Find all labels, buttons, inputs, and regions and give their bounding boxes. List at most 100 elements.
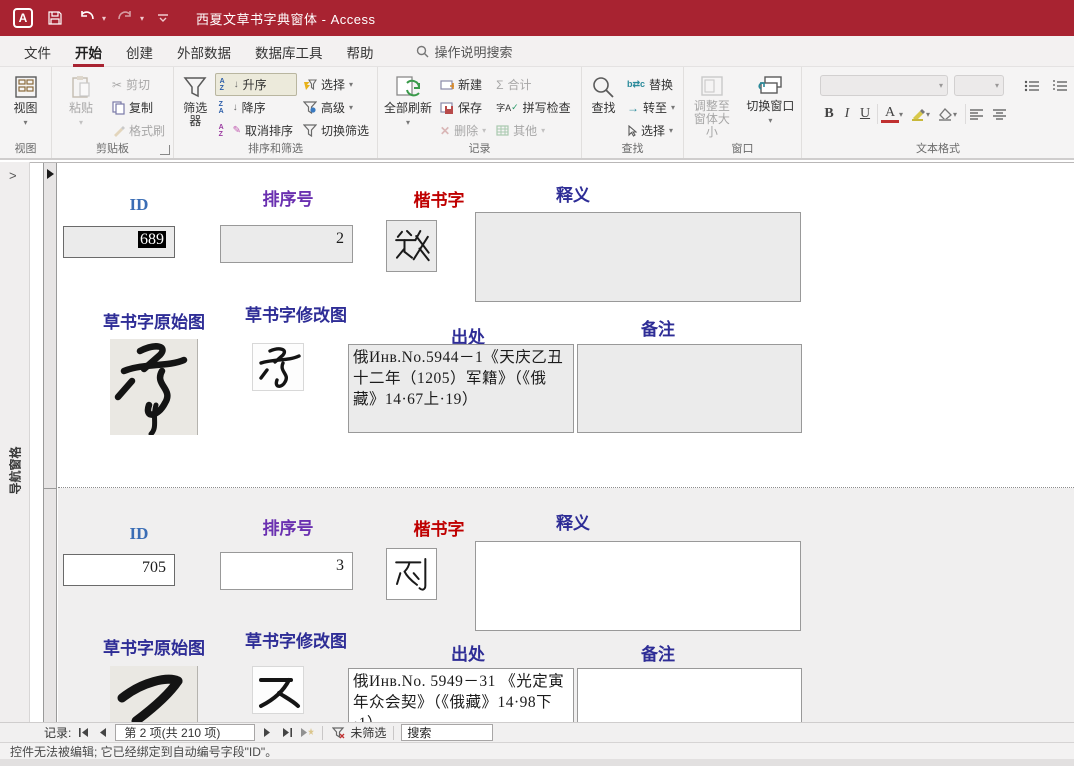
previous-record-button[interactable] xyxy=(95,725,111,741)
refresh-all-button[interactable]: 全部刷新 ▾ xyxy=(382,71,434,143)
source-field[interactable]: 俄Инв.No.5944－1《天庆乙丑十二年（1205）军籍》（《俄藏》14·6… xyxy=(348,344,574,433)
new-record-icon xyxy=(300,728,314,737)
first-record-button[interactable] xyxy=(75,725,91,741)
highlight-pen-icon[interactable] xyxy=(911,108,926,121)
advanced-funnel-icon xyxy=(303,101,317,114)
recnav-label: 记录: xyxy=(44,724,71,741)
save-record-button[interactable]: 保存 xyxy=(436,96,490,119)
align-left-icon[interactable] xyxy=(969,109,984,120)
cursive-original-image[interactable] xyxy=(110,339,198,435)
bullet-list-icon[interactable] xyxy=(1024,80,1040,92)
goto-button[interactable]: → 转至 ▾ xyxy=(623,96,679,119)
spelling-button[interactable]: 字A✓ 拼写检查 xyxy=(492,96,575,119)
numbered-list-icon[interactable] xyxy=(1052,80,1068,92)
align-center-icon[interactable] xyxy=(992,109,1007,120)
customize-quick-access-icon[interactable] xyxy=(150,5,176,31)
cursive-modified-image[interactable] xyxy=(252,343,304,391)
tab-database-tools[interactable]: 数据库工具 xyxy=(245,36,333,67)
undo-dropdown-icon[interactable]: ▾ xyxy=(102,14,106,23)
kaishu-glyph-box[interactable] xyxy=(386,548,437,600)
next-record-button[interactable] xyxy=(259,725,275,741)
save-icon[interactable] xyxy=(42,5,68,31)
meaning-field[interactable] xyxy=(475,212,801,302)
format-painter-button[interactable]: 格式刷 xyxy=(108,119,169,142)
more-button[interactable]: 其他 ▾ xyxy=(492,119,575,142)
id-field[interactable]: 689 xyxy=(63,226,175,258)
order-field[interactable]: 2 xyxy=(220,225,353,263)
tab-home[interactable]: 开始 xyxy=(65,36,112,67)
group-label-clipboard: 剪贴板 xyxy=(52,140,173,156)
find-button[interactable]: 查找 xyxy=(586,71,621,143)
window-title: 西夏文草书字典窗体 - Access xyxy=(196,9,375,28)
current-record-arrow-icon xyxy=(47,169,54,179)
filter-indicator-icon[interactable] xyxy=(330,725,346,741)
select-button[interactable]: 选择 ▾ xyxy=(623,119,679,142)
record-search-input[interactable]: 搜索 xyxy=(401,724,493,741)
tab-help[interactable]: 帮助 xyxy=(337,36,384,67)
tab-file[interactable]: 文件 xyxy=(14,36,61,67)
delete-record-button[interactable]: ✕ 删除 ▾ xyxy=(436,119,490,142)
ribbon-tab-bar: 文件 开始 创建 外部数据 数据库工具 帮助 操作说明搜索 xyxy=(0,36,1074,67)
clipboard-icon xyxy=(70,75,92,99)
navigation-pane-collapsed[interactable]: > 导航窗格 xyxy=(0,162,30,722)
replace-button[interactable]: b⇄c 替换 xyxy=(623,73,679,96)
cursive-original-image[interactable] xyxy=(110,666,198,723)
record-position-box[interactable]: 第 2 项(共 210 项) xyxy=(115,724,255,741)
order-field[interactable]: 3 xyxy=(220,552,353,590)
fill-color-icon[interactable] xyxy=(938,108,953,121)
meaning-field[interactable] xyxy=(475,541,801,631)
sort-ascending-button[interactable]: AZ↓ 升序 xyxy=(215,73,297,96)
redo-icon[interactable] xyxy=(112,5,138,31)
record-section-1: ID 排序号 楷书字 释义 689 2 草书字原始图 草书字修改图 出处 xyxy=(58,163,1074,488)
size-to-fit-form-button[interactable]: 调整至 窗体大小 xyxy=(688,71,736,143)
view-button[interactable]: 视图 ▾ xyxy=(4,71,47,143)
redo-dropdown-icon[interactable]: ▾ xyxy=(140,14,144,23)
totals-button[interactable]: Σ 合计 xyxy=(492,73,575,96)
filter-state-label[interactable]: 未筛选 xyxy=(350,724,386,741)
note-field[interactable] xyxy=(577,668,802,723)
cursive-modified-image[interactable] xyxy=(252,666,304,714)
sort-asc-icon: AZ xyxy=(220,78,230,92)
tab-create[interactable]: 创建 xyxy=(116,36,163,67)
group-label-records: 记录 xyxy=(378,140,581,156)
undo-icon[interactable] xyxy=(74,5,100,31)
filter-button[interactable]: 筛选器 xyxy=(178,71,213,143)
field-label-id: ID xyxy=(94,195,184,215)
access-app-icon[interactable]: A xyxy=(10,5,36,31)
sort-descending-button[interactable]: ZA↓ 降序 xyxy=(215,96,297,119)
italic-button[interactable]: I xyxy=(838,106,856,122)
underline-button[interactable]: U xyxy=(856,106,874,122)
font-name-combo[interactable]: ▾ xyxy=(820,75,948,96)
advanced-filter-button[interactable]: 高级 ▾ xyxy=(299,96,373,119)
kaishu-glyph-box[interactable] xyxy=(386,220,437,272)
record-selector-bar[interactable] xyxy=(43,163,57,722)
record-navigation-bar: 记录: 第 2 项(共 210 项) 未筛选 搜索 xyxy=(0,722,1074,742)
paste-button[interactable]: 粘贴 ▾ xyxy=(56,71,106,143)
new-record-button[interactable]: 新建 xyxy=(436,73,490,96)
nav-pane-label: 导航窗格 xyxy=(6,446,23,494)
cut-button[interactable]: ✂ 剪切 xyxy=(108,73,169,96)
toggle-filter-button[interactable]: 切换筛选 xyxy=(299,119,373,142)
new-blank-record-button[interactable] xyxy=(299,725,315,741)
font-size-combo[interactable]: ▾ xyxy=(954,75,1004,96)
switch-windows-button[interactable]: 切换窗口 ▾ xyxy=(744,71,797,143)
field-label-id: ID xyxy=(94,524,184,544)
tell-me-search[interactable]: 操作说明搜索 xyxy=(416,42,513,61)
selection-filter-button[interactable]: 选择 ▾ xyxy=(299,73,373,96)
note-field[interactable] xyxy=(577,344,802,433)
tab-external-data[interactable]: 外部数据 xyxy=(167,36,241,67)
field-label-modified: 草书字修改图 xyxy=(230,627,362,652)
field-label-modified: 草书字修改图 xyxy=(230,301,362,326)
cursive-glyph-original-689 xyxy=(110,339,198,435)
font-color-button[interactable]: A xyxy=(881,106,899,123)
last-record-button[interactable] xyxy=(279,725,295,741)
field-label-original: 草书字原始图 xyxy=(88,308,220,333)
record-section-2: ID 排序号 楷书字 释义 705 3 草书字原始图 草书字修改图 出处 xyxy=(58,488,1074,723)
funnel-icon xyxy=(182,75,208,99)
bold-button[interactable]: B xyxy=(820,106,838,122)
expand-nav-pane-icon[interactable]: > xyxy=(9,168,17,183)
id-field[interactable]: 705 xyxy=(63,554,175,586)
source-field[interactable]: 俄Инв.No. 5949－31 《光定寅年众会契》（《俄藏》14·98下·1） xyxy=(348,668,574,723)
remove-sort-button[interactable]: AZ✎ 取消排序 xyxy=(215,119,297,142)
copy-button[interactable]: 复制 xyxy=(108,96,169,119)
